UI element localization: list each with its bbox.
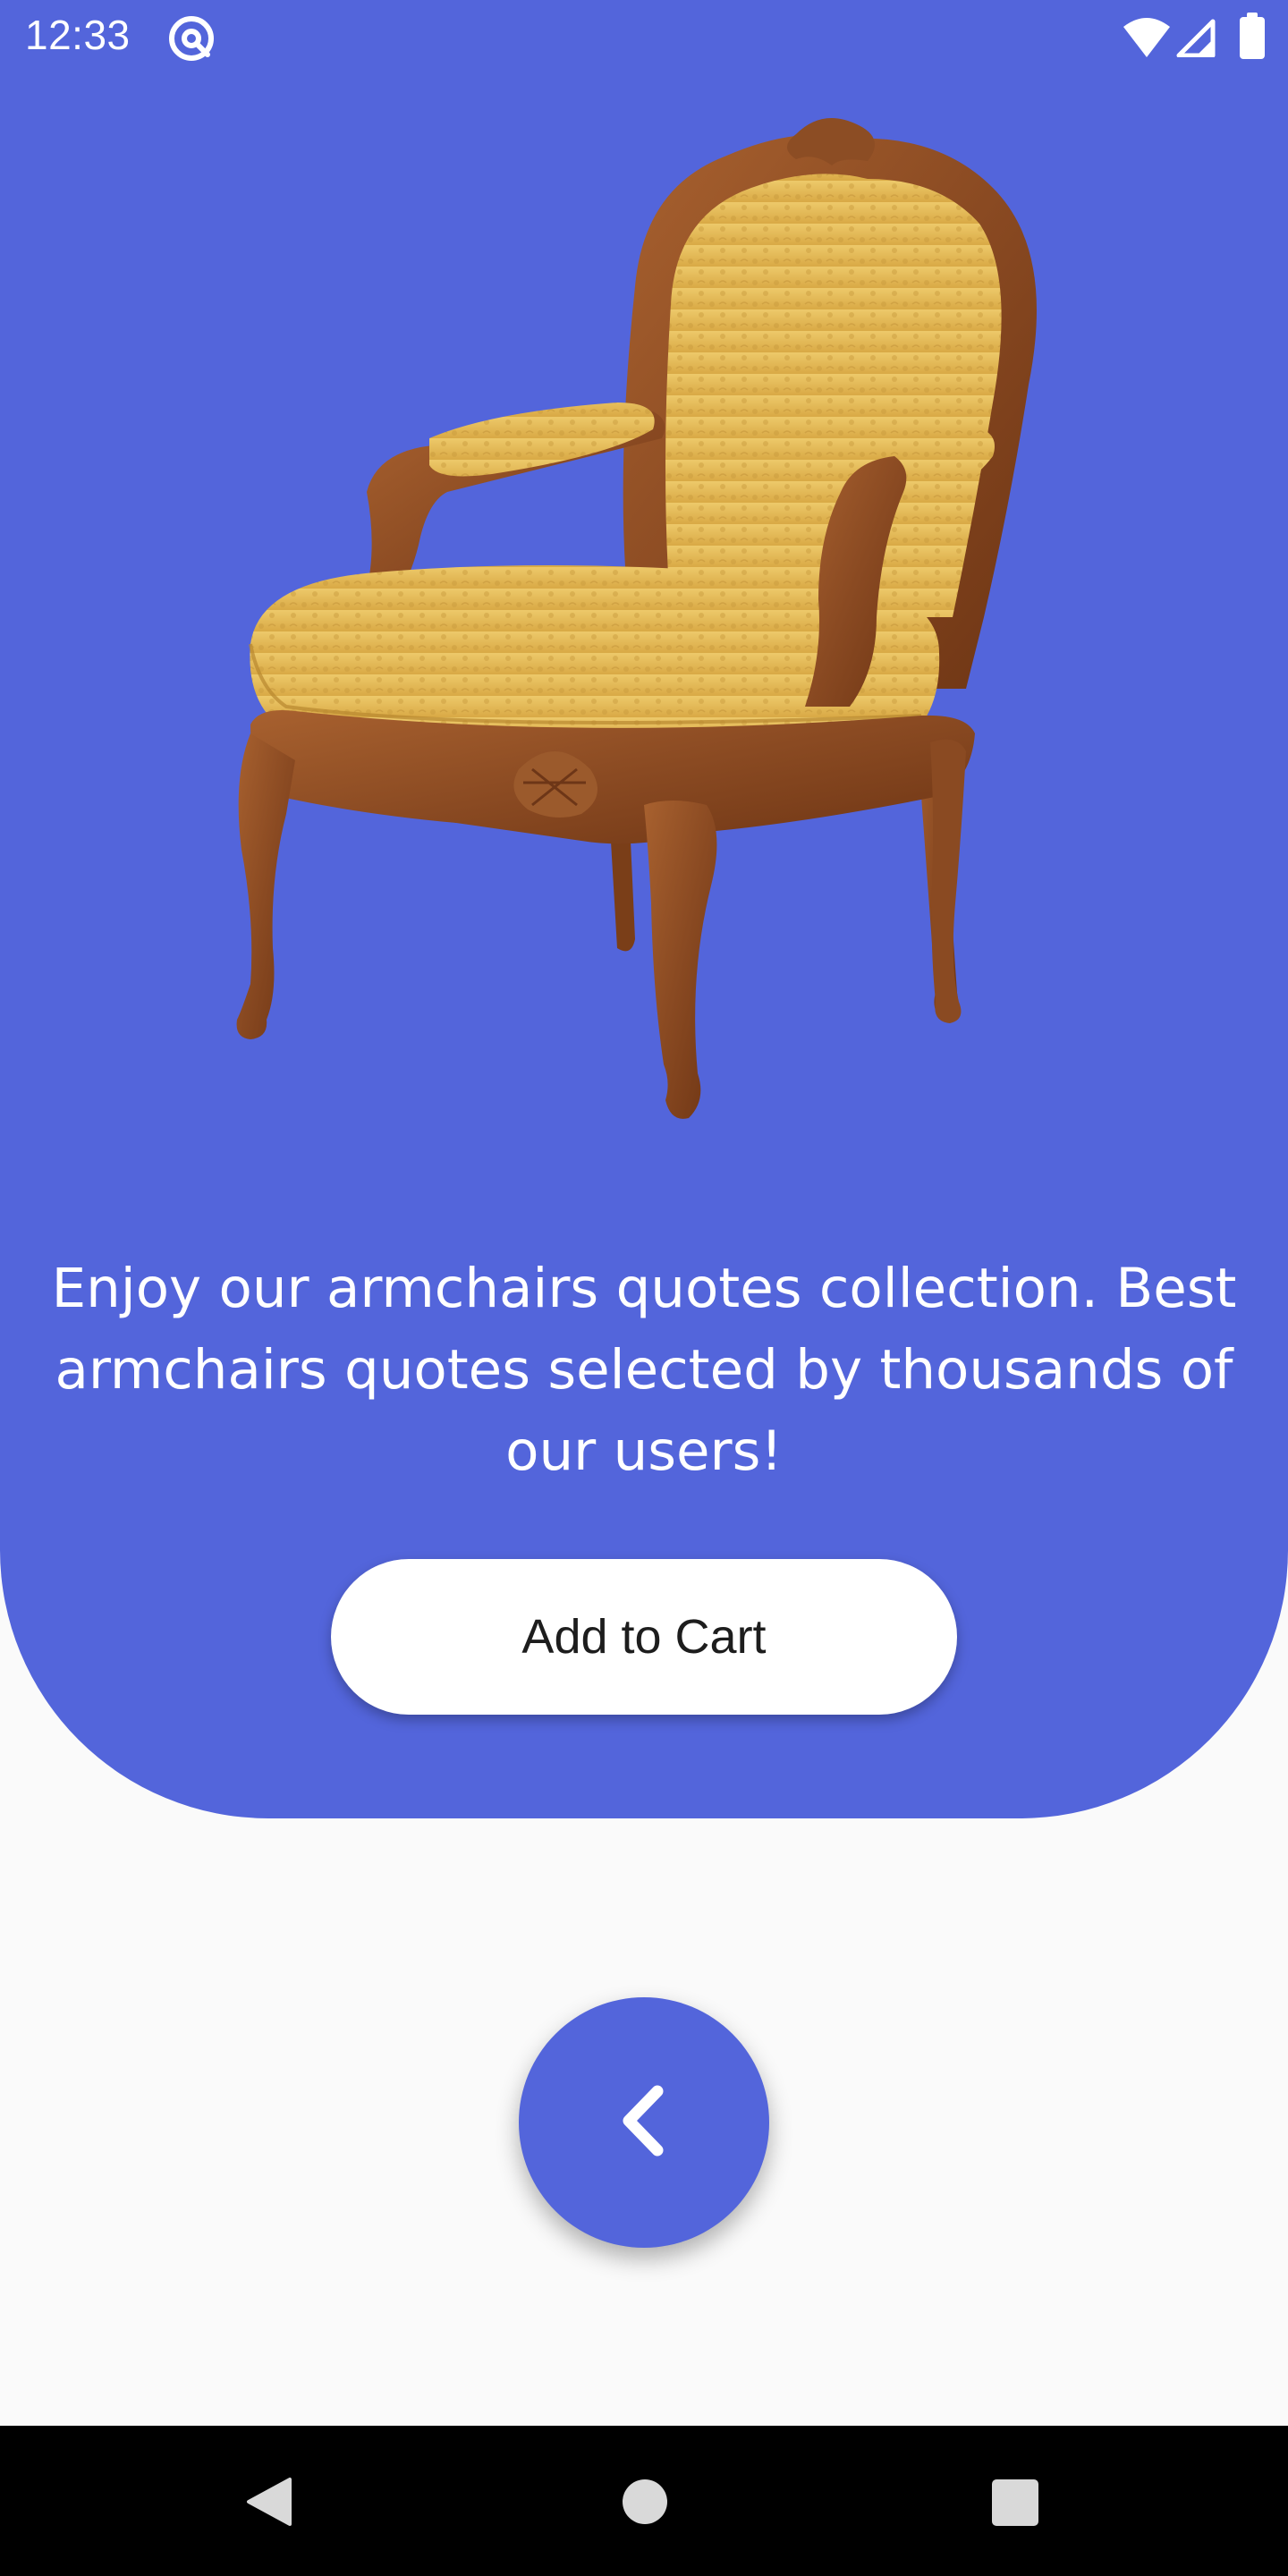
home-circle-icon[interactable] (622, 2479, 668, 2529)
hero-panel: 12:33 Enjoy our armchairs quotes collect… (0, 0, 1288, 1818)
armchair-image (224, 116, 1064, 1136)
add-to-cart-button[interactable]: Add to Cart (331, 1559, 957, 1715)
status-bar: 12:33 (0, 0, 1288, 75)
back-triangle-icon[interactable] (245, 2476, 293, 2531)
status-time: 12:33 (25, 12, 131, 58)
at-sign-icon (166, 13, 216, 67)
chevron-left-icon (613, 2080, 675, 2165)
recents-square-icon[interactable] (992, 2479, 1038, 2529)
back-button[interactable] (519, 1997, 769, 2248)
battery-icon (1240, 13, 1265, 63)
product-description: Enjoy our armchairs quotes collection. B… (51, 1257, 1237, 1483)
system-navigation-bar (0, 2426, 1288, 2576)
cell-signal-icon (1175, 18, 1216, 61)
wifi-icon (1123, 18, 1170, 61)
